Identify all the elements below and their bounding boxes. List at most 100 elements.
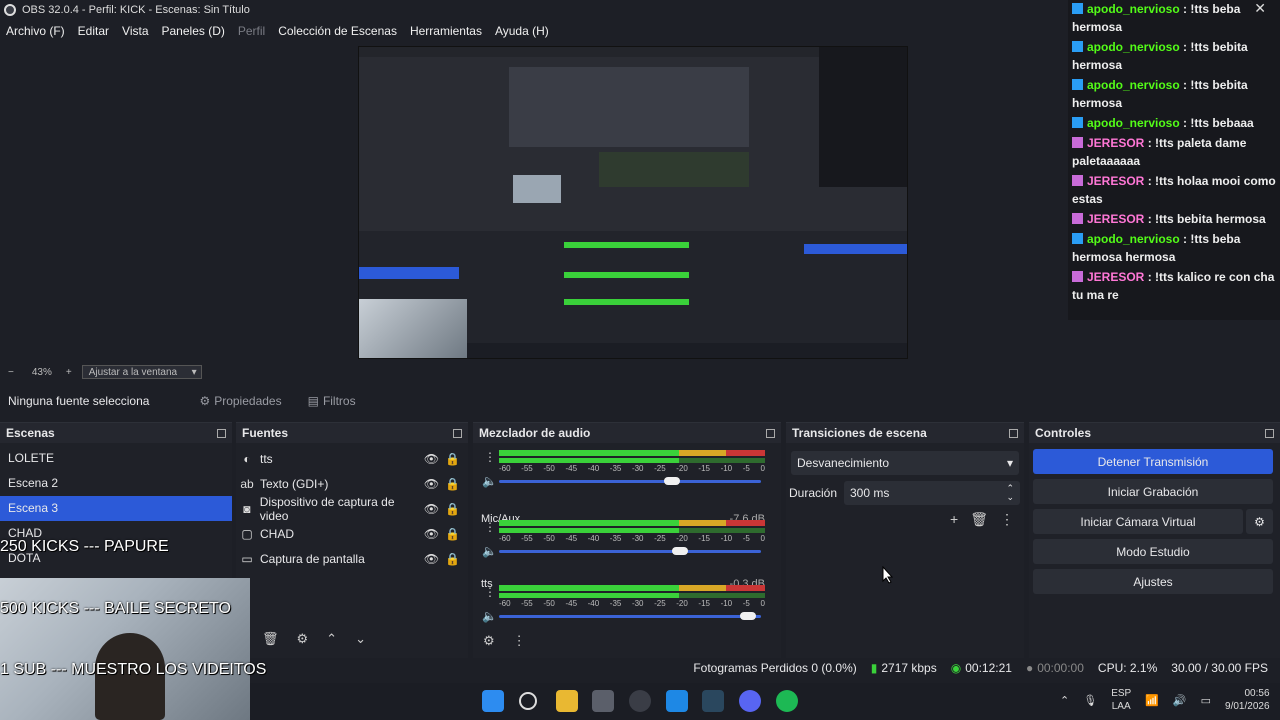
volume-icon[interactable]: 🔊 — [1173, 694, 1187, 707]
tick-label: 0 — [760, 599, 765, 608]
meter-yellow — [679, 450, 726, 456]
chat-message: JERESOR : !tts kalico re con cha tu ma r… — [1072, 268, 1276, 304]
menu-perfil[interactable]: Perfil — [238, 24, 265, 38]
zoom-in-icon[interactable]: + — [66, 367, 72, 378]
menu-dots-icon[interactable]: ⋮ — [484, 585, 496, 599]
duration-stepper-icon[interactable]: ⌃ ⌄ — [1006, 484, 1014, 502]
discord-icon[interactable] — [739, 690, 761, 712]
kick-badge-icon — [1072, 79, 1083, 90]
preview-canvas[interactable] — [358, 46, 908, 359]
stop-stream-button[interactable]: Detener Transmisión — [1033, 449, 1273, 474]
nested-taskbar — [467, 343, 907, 358]
volume-slider[interactable] — [499, 480, 761, 483]
menu-coleccion-escenas[interactable]: Colección de Escenas — [278, 24, 397, 38]
properties-button[interactable]: ⚙ Propiedades — [199, 394, 281, 408]
gear-icon[interactable]: ⚙ — [297, 631, 309, 647]
language-code: ESP — [1111, 688, 1132, 699]
visibility-eye-icon[interactable]: 👁 — [424, 552, 439, 566]
tick-label: -45 — [565, 599, 578, 608]
gear-icon[interactable]: ⚙ — [483, 633, 495, 649]
menu-archivo[interactable]: Archivo (F) — [6, 24, 65, 38]
visibility-eye-icon[interactable]: 👁 — [424, 452, 439, 466]
filters-button[interactable]: ▤ Filtros — [308, 394, 356, 408]
fit-select[interactable]: Ajustar a la ventana ▾ — [81, 365, 202, 379]
float-dock-icon[interactable] — [766, 428, 775, 438]
volume-knob[interactable] — [671, 547, 688, 555]
scene-item[interactable]: LOLETE — [0, 446, 232, 471]
battery-icon[interactable]: ▭ — [1201, 694, 1211, 707]
zoom-out-icon[interactable]: − — [8, 367, 14, 378]
start-recording-button[interactable]: Iniciar Grabación — [1033, 479, 1273, 504]
transitions-header: Transiciones de escena — [786, 423, 1024, 443]
search-icon[interactable] — [519, 692, 537, 710]
chat-username: apodo_nervioso — [1087, 232, 1180, 246]
menu-dots-icon[interactable]: ⋮ — [513, 633, 526, 649]
tick-label: -5 — [742, 599, 750, 608]
source-item[interactable]: ◐ tts 👁 🔒 — [236, 446, 468, 471]
speaker-icon[interactable]: 🔈 — [482, 544, 497, 558]
trash-icon[interactable]: 🗑 — [970, 511, 988, 528]
app-icon[interactable] — [592, 690, 614, 712]
transition-select[interactable]: Desvanecimiento ▾ — [791, 451, 1019, 475]
chat-close-icon[interactable]: ✕ — [1254, 0, 1266, 17]
float-dock-icon[interactable] — [217, 428, 226, 438]
menu-herramientas[interactable]: Herramientas — [410, 24, 482, 38]
tick-label: 0 — [760, 464, 765, 473]
speaker-icon[interactable]: 🔈 — [482, 609, 497, 623]
visibility-eye-icon[interactable]: 👁 — [424, 527, 439, 541]
menu-dots-icon[interactable]: ⋮ — [484, 520, 496, 534]
fps-readout: 30.00 / 30.00 FPS — [1171, 661, 1268, 675]
lock-icon[interactable]: 🔒 — [445, 502, 460, 516]
steam-icon[interactable] — [702, 690, 724, 712]
scene-item[interactable]: Escena 2 — [0, 471, 232, 496]
menu-ayuda[interactable]: Ayuda (H) — [495, 24, 549, 38]
studio-mode-button[interactable]: Modo Estudio — [1033, 539, 1273, 564]
menu-dots-icon[interactable]: ⋮ — [484, 450, 496, 464]
source-item[interactable]: ab Texto (GDI+) 👁 🔒 — [236, 471, 468, 496]
float-dock-icon[interactable] — [1265, 428, 1274, 438]
meter-yellow — [679, 585, 726, 591]
obs-taskbar-icon[interactable] — [629, 690, 651, 712]
start-virtual-camera-button[interactable]: Iniciar Cámara Virtual — [1033, 509, 1243, 534]
lock-icon[interactable]: 🔒 — [445, 552, 460, 566]
volume-knob[interactable] — [663, 477, 680, 485]
float-dock-icon[interactable] — [453, 428, 462, 438]
source-item[interactable]: ◙ Dispositivo de captura de video 👁 🔒 — [236, 495, 468, 523]
clock-date: 9/01/2026 — [1225, 701, 1270, 712]
wifi-icon[interactable]: 📶 — [1145, 694, 1159, 707]
file-explorer-icon[interactable] — [556, 690, 578, 712]
chevron-up-icon[interactable]: ⌃ — [326, 631, 337, 647]
virtual-camera-settings-button[interactable]: ⚙ — [1246, 509, 1273, 534]
chat-message: JERESOR : !tts holaa mooi como estas — [1072, 172, 1276, 208]
lock-icon[interactable]: 🔒 — [445, 477, 460, 491]
float-dock-icon[interactable] — [1009, 428, 1018, 438]
language-indicator[interactable]: ESP LAA — [1111, 687, 1131, 713]
spotify-icon[interactable] — [776, 690, 798, 712]
menu-vista[interactable]: Vista — [122, 24, 148, 38]
speaker-icon[interactable]: 🔈 — [482, 474, 497, 488]
microphone-icon[interactable]: 🎙 — [1083, 694, 1097, 707]
menu-dots-icon[interactable]: ⋮ — [1000, 511, 1014, 528]
sources-toolbar: 🗑 ⚙ ⌃ ⌄ — [262, 631, 366, 647]
source-item[interactable]: ▢ CHAD 👁 🔒 — [236, 521, 468, 546]
chevron-down-icon[interactable]: ⌄ — [355, 631, 366, 647]
add-icon[interactable]: + — [950, 511, 958, 528]
source-item[interactable]: ▭ Captura de pantalla 👁 🔒 — [236, 546, 468, 571]
clock[interactable]: 00:56 9/01/2026 — [1225, 687, 1270, 713]
lock-icon[interactable]: 🔒 — [445, 452, 460, 466]
volume-knob[interactable] — [739, 612, 756, 620]
volume-slider[interactable] — [499, 615, 761, 618]
visibility-eye-icon[interactable]: 👁 — [424, 477, 439, 491]
lock-icon[interactable]: 🔒 — [445, 527, 460, 541]
menu-paneles[interactable]: Paneles (D) — [162, 24, 225, 38]
menu-editar[interactable]: Editar — [78, 24, 109, 38]
chat-username: JERESOR — [1087, 270, 1145, 284]
chevron-up-icon[interactable]: ⌃ — [1060, 694, 1069, 707]
volume-slider[interactable] — [499, 550, 761, 553]
source-list: ◐ tts 👁 🔒 ab Texto (GDI+) 👁 🔒 ◙ Dispositivo de ca… — [236, 443, 468, 571]
duration-input[interactable]: 300 ms ⌃ ⌄ — [844, 481, 1020, 505]
visibility-eye-icon[interactable]: 👁 — [424, 502, 439, 516]
windows-start-icon[interactable] — [482, 690, 504, 712]
settings-button[interactable]: Ajustes — [1033, 569, 1273, 594]
app-icon[interactable] — [666, 690, 688, 712]
